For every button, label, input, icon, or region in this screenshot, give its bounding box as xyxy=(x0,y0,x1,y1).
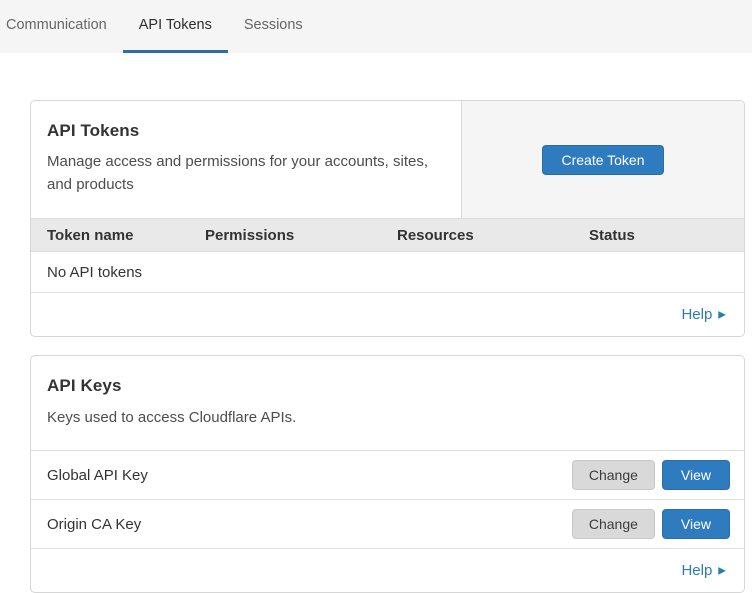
token-table-empty-row: No API tokens xyxy=(31,252,744,293)
api-tokens-title: API Tokens xyxy=(47,121,437,141)
api-tokens-description: Manage access and permissions for your a… xyxy=(47,150,437,197)
global-api-key-change-button[interactable]: Change xyxy=(572,460,655,490)
column-status: Status xyxy=(589,227,728,244)
origin-ca-key-label: Origin CA Key xyxy=(47,516,141,533)
no-api-tokens-message: No API tokens xyxy=(47,264,142,281)
api-keys-card: API Keys Keys used to access Cloudflare … xyxy=(30,355,745,593)
tab-communication[interactable]: Communication xyxy=(6,0,123,53)
column-resources: Resources xyxy=(397,227,589,244)
api-keys-title: API Keys xyxy=(47,376,728,396)
origin-ca-key-actions: Change View xyxy=(572,509,730,539)
tab-sessions[interactable]: Sessions xyxy=(228,0,319,53)
api-tokens-card-footer: Help ▶ xyxy=(31,293,744,336)
token-table-header: Token name Permissions Resources Status xyxy=(31,218,744,252)
api-tokens-card: API Tokens Manage access and permissions… xyxy=(30,100,745,337)
global-api-key-label: Global API Key xyxy=(47,467,148,484)
origin-ca-key-view-button[interactable]: View xyxy=(662,509,730,539)
api-keys-description: Keys used to access Cloudflare APIs. xyxy=(47,406,728,429)
api-tokens-action-panel: Create Token xyxy=(461,101,744,218)
help-arrow-icon: ▶ xyxy=(718,566,726,576)
key-row-global-api-key: Global API Key Change View xyxy=(31,451,744,500)
api-keys-help-link[interactable]: Help ▶ xyxy=(681,562,726,579)
column-token-name: Token name xyxy=(47,227,205,244)
api-tokens-card-intro: API Tokens Manage access and permissions… xyxy=(31,101,461,218)
page-content: API Tokens Manage access and permissions… xyxy=(0,53,752,593)
tab-bar: Communication API Tokens Sessions xyxy=(0,0,752,53)
origin-ca-key-change-button[interactable]: Change xyxy=(572,509,655,539)
column-permissions: Permissions xyxy=(205,227,397,244)
api-tokens-help-link[interactable]: Help ▶ xyxy=(681,306,726,323)
help-arrow-icon: ▶ xyxy=(718,310,726,320)
api-keys-card-header: API Keys Keys used to access Cloudflare … xyxy=(31,356,744,451)
global-api-key-actions: Change View xyxy=(572,460,730,490)
create-token-button[interactable]: Create Token xyxy=(542,145,663,175)
tab-api-tokens[interactable]: API Tokens xyxy=(123,0,228,53)
api-keys-card-footer: Help ▶ xyxy=(31,549,744,592)
api-tokens-card-header: API Tokens Manage access and permissions… xyxy=(31,101,744,218)
key-row-origin-ca-key: Origin CA Key Change View xyxy=(31,500,744,549)
help-link-label: Help xyxy=(681,562,712,579)
global-api-key-view-button[interactable]: View xyxy=(662,460,730,490)
help-link-label: Help xyxy=(681,306,712,323)
